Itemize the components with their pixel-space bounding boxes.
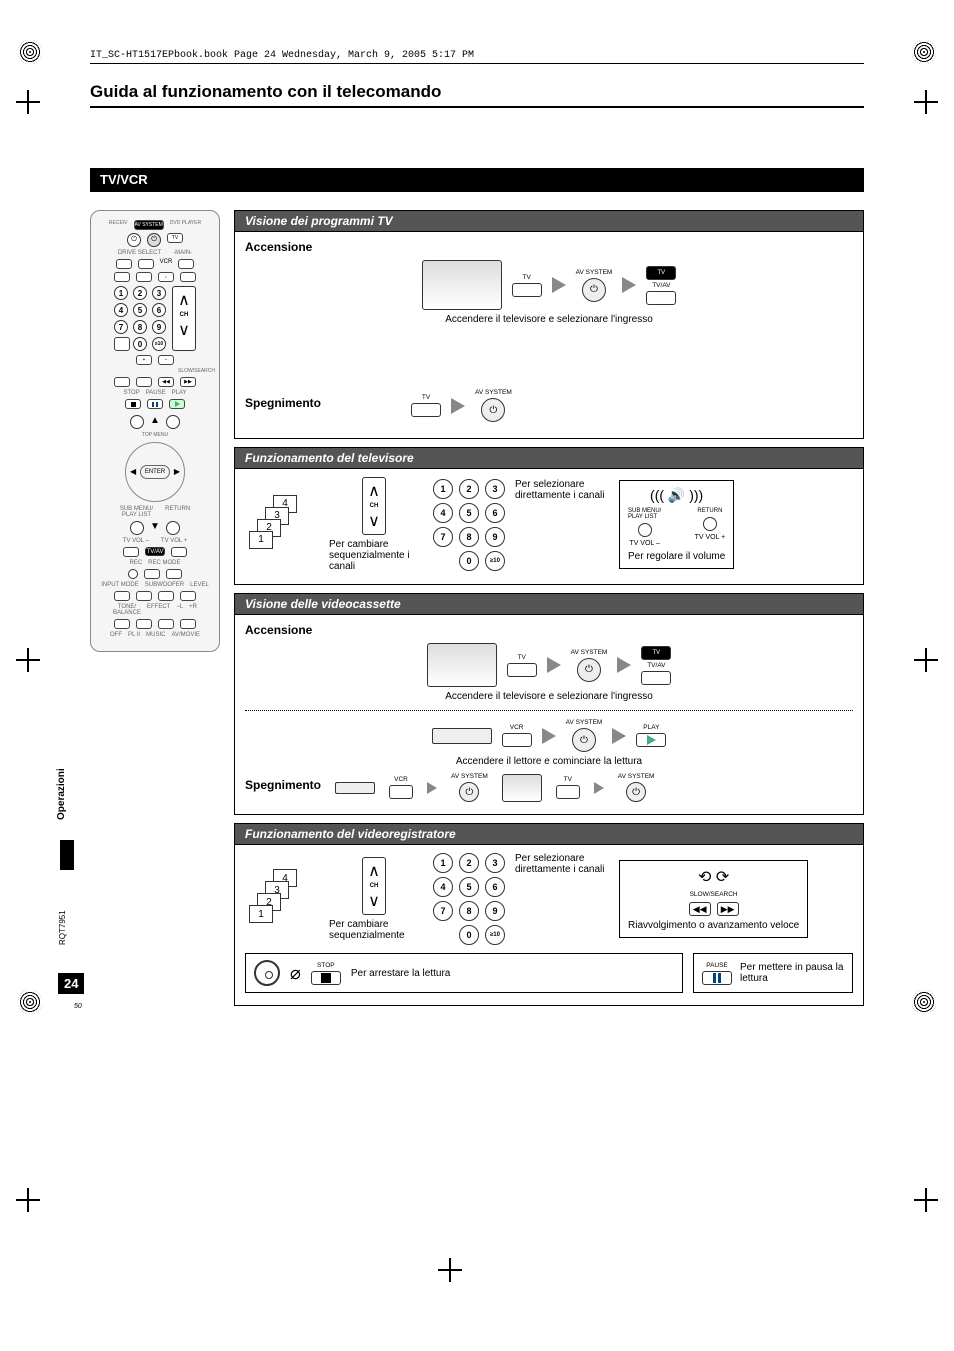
arrow-icon xyxy=(542,728,556,744)
remote-illustration: RECEIVAV SYSTEMDVD PLAYER ⏻⏻TV DRIVE SEL… xyxy=(90,210,220,652)
page-title: Guida al funzionamento con il telecomand… xyxy=(90,82,864,102)
eject-icon: ⌀ xyxy=(290,963,301,984)
pause-button xyxy=(702,971,732,985)
arrow-icon xyxy=(451,398,465,414)
page-number: 24 xyxy=(58,973,84,994)
tv-icon xyxy=(427,643,497,687)
stop-note: Per arrestare la lettura xyxy=(351,968,451,979)
tv-icon xyxy=(422,260,502,310)
ch-buttons: ∧CH∨ xyxy=(362,857,386,915)
tape-reel-icon: ⟲ ⟳ xyxy=(698,867,729,887)
change-seq-note: Per cambiare sequenzialmente i canali xyxy=(329,539,419,572)
spegnimento-label: Spegnimento xyxy=(245,778,321,792)
arrow-icon xyxy=(617,657,631,673)
book-header: IT_SC-HT1517EPbook.book Page 24 Wednesda… xyxy=(90,50,864,61)
subsection-tv-operation: Funzionamento del televisore xyxy=(234,447,864,469)
play-button xyxy=(636,733,666,747)
arrow-icon xyxy=(547,657,561,673)
accensione-label: Accensione xyxy=(245,623,853,637)
power-icon: ⏻ xyxy=(582,278,606,302)
tv-button xyxy=(512,283,542,297)
sub-menu-button xyxy=(638,523,652,537)
speaker-icon: ((( 🔊 ))) xyxy=(650,487,703,504)
crop-mark xyxy=(916,1190,936,1210)
change-seq-note: Per cambiare sequenzialmente xyxy=(329,919,419,941)
vcr-icon xyxy=(432,728,492,744)
tv-on-note: Accendere il televisore e selezionare l'… xyxy=(245,691,853,702)
return-button xyxy=(703,517,717,531)
subsection-vcr-operation: Funzionamento del videoregistratore xyxy=(234,823,864,845)
keypad: 123 456 789 0≥10 xyxy=(433,479,507,571)
tv-stack-icon: 4 3 2 1 xyxy=(245,869,315,929)
crop-mark xyxy=(440,1260,460,1280)
stop-button xyxy=(311,971,341,985)
tv-stack-icon: 4 3 2 1 xyxy=(245,495,315,555)
direct-select-note: Per selezionare direttamente i canali xyxy=(515,479,605,501)
doc-code: RQT7951 xyxy=(58,910,67,945)
side-tab: Operazioni xyxy=(56,768,67,820)
power-icon: ⏻ xyxy=(481,398,505,422)
volume-note: Per regolare il volume xyxy=(628,551,725,562)
power-icon: ⏻ xyxy=(577,658,601,682)
direct-select-note: Per selezionare direttamente i canali xyxy=(515,853,605,875)
keypad: 123 456 789 0≥10 xyxy=(433,853,507,945)
spegnimento-label: Spegnimento xyxy=(245,396,321,410)
vcr-icon xyxy=(335,782,375,794)
arrow-icon xyxy=(594,782,604,794)
disc-icon xyxy=(254,960,280,986)
ch-buttons: ∧CH∨ xyxy=(362,477,386,535)
subsection-tv-programs: Visione dei programmi TV xyxy=(234,210,864,232)
crop-mark xyxy=(18,1190,38,1210)
accensione-label: Accensione xyxy=(245,240,853,254)
tv-icon xyxy=(502,774,542,802)
power-icon: ⏻ xyxy=(572,728,596,752)
sub-page-number: 50 xyxy=(74,1003,82,1010)
arrow-icon xyxy=(612,728,626,744)
section-header: TV/VCR xyxy=(90,168,864,191)
arrow-icon xyxy=(622,277,636,293)
power-on-note: Accendere il televisore e selezionare l'… xyxy=(245,314,853,325)
vcr-on-note: Accendere il lettore e cominciare la let… xyxy=(245,756,853,767)
arrow-icon xyxy=(427,782,437,794)
rewind-note: Riavvolgimento o avanzamento veloce xyxy=(628,920,799,931)
pause-note: Per mettere in pausa la lettura xyxy=(740,962,844,984)
tv-av-button: TV xyxy=(646,266,676,280)
rewind-ff-buttons: ◀◀▶▶ xyxy=(689,902,739,916)
subsection-vcr-view: Visione delle videocassette xyxy=(234,593,864,615)
arrow-icon xyxy=(552,277,566,293)
